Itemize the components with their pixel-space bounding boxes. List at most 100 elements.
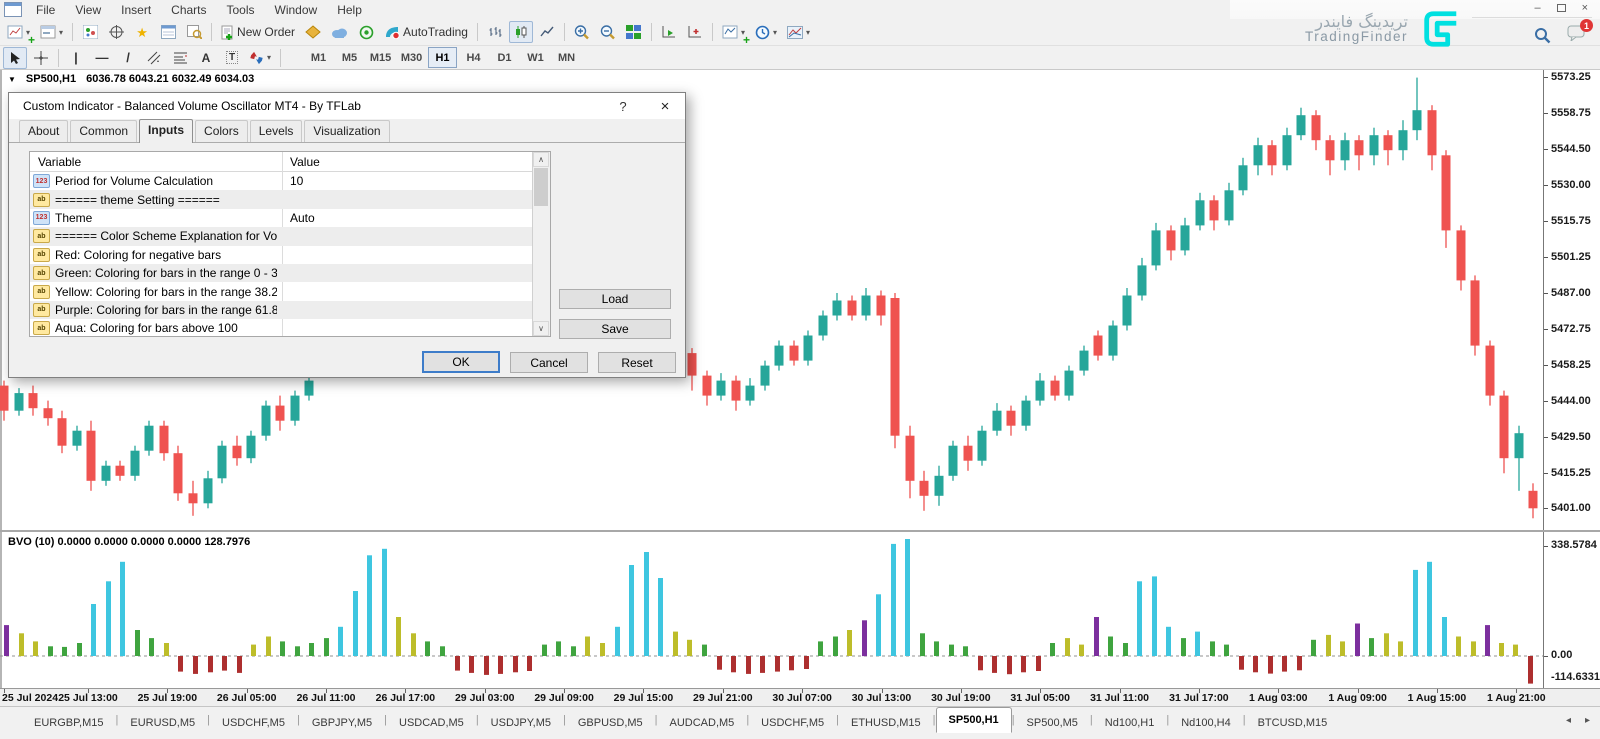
dialog-tab-levels[interactable]: Levels <box>250 120 303 142</box>
dialog-close-button[interactable]: × <box>651 93 679 119</box>
tabs-scroll-left-icon[interactable]: ◂ <box>1566 715 1571 726</box>
chart-tab-sp500-h1[interactable]: SP500,H1 <box>936 707 1012 733</box>
chart-tab-usdcad-m5[interactable]: USDCAD,M5 <box>387 713 476 733</box>
label-button[interactable]: T <box>220 47 244 69</box>
timeframe-d1[interactable]: D1 <box>490 47 519 68</box>
chart-tab-btcusd-m15[interactable]: BTCUSD,M15 <box>1246 713 1340 733</box>
timeframe-w1[interactable]: W1 <box>521 47 550 68</box>
autotrading-button[interactable]: AutoTrading <box>380 21 472 43</box>
menu-item-file[interactable]: File <box>26 1 65 19</box>
community-button[interactable] <box>354 21 378 43</box>
chart-tab-nd100-h4[interactable]: Nd100,H4 <box>1169 713 1243 733</box>
restore-button[interactable] <box>1557 4 1566 12</box>
metaeditor-button[interactable] <box>301 21 325 43</box>
reset-button[interactable]: Reset <box>598 352 676 373</box>
dialog-tab-about[interactable]: About <box>19 120 68 142</box>
crosshair-button[interactable] <box>29 47 53 69</box>
price-axis[interactable] <box>1543 70 1600 530</box>
fibonacci-button[interactable] <box>168 47 192 69</box>
horizontal-line-button[interactable]: — <box>90 47 114 69</box>
chart-tab-eurusd-m5[interactable]: EURUSD,M5 <box>118 713 207 733</box>
zoom-in-button[interactable] <box>570 21 594 43</box>
tile-windows-button[interactable] <box>622 21 646 43</box>
menu-item-insert[interactable]: Insert <box>111 1 161 19</box>
save-button[interactable]: Save <box>559 319 671 339</box>
chart-tab-usdchf-m5[interactable]: USDCHF,M5 <box>210 713 297 733</box>
chart-tab-usdjpy-m5[interactable]: USDJPY,M5 <box>479 713 563 733</box>
market-watch-button[interactable] <box>78 21 102 43</box>
time-axis[interactable] <box>0 688 1600 706</box>
menu-item-view[interactable]: View <box>65 1 111 19</box>
vertical-line-button[interactable]: | <box>64 47 88 69</box>
chart-tab-ethusd-m15[interactable]: ETHUSD,M15 <box>839 713 933 733</box>
chart-tab-gbpjpy-m5[interactable]: GBPJPY,M5 <box>300 713 384 733</box>
minimize-button[interactable]: – <box>1534 2 1540 14</box>
channel-button[interactable] <box>142 47 166 69</box>
cancel-button[interactable]: Cancel <box>510 352 588 373</box>
param-row[interactable]: 123ThemeAuto <box>30 209 550 227</box>
param-row[interactable]: ab====== theme Setting ====== <box>30 190 550 208</box>
new-chart-button[interactable]: + ▾ <box>3 21 34 43</box>
param-value[interactable]: 10 <box>290 174 303 188</box>
periods-button[interactable]: ▾ <box>751 21 781 43</box>
param-row[interactable]: abGreen: Coloring for bars in the range … <box>30 264 550 282</box>
indicators-button[interactable]: + ▾ <box>718 21 749 43</box>
menu-item-tools[interactable]: Tools <box>217 1 265 19</box>
chart-tab-sp500-m5[interactable]: SP500,M5 <box>1015 713 1090 733</box>
menu-item-charts[interactable]: Charts <box>161 1 216 19</box>
timeframe-h4[interactable]: H4 <box>459 47 488 68</box>
timeframe-mn[interactable]: MN <box>552 47 581 68</box>
new-order-button[interactable]: New Order <box>217 21 299 43</box>
ok-button[interactable]: OK <box>422 351 500 373</box>
line-chart-button[interactable] <box>535 21 559 43</box>
load-button[interactable]: Load <box>559 289 671 309</box>
arrows-button[interactable]: ▾ <box>246 47 275 69</box>
timeframe-m5[interactable]: M5 <box>335 47 364 68</box>
chart-tab-gbpusd-m5[interactable]: GBPUSD,M5 <box>566 713 655 733</box>
timeframe-m15[interactable]: M15 <box>366 47 395 68</box>
param-row[interactable]: ab====== Color Scheme Explanation for Vo… <box>30 227 550 245</box>
menu-item-window[interactable]: Window <box>265 1 328 19</box>
data-window-button[interactable] <box>104 21 128 43</box>
menu-item-help[interactable]: Help <box>327 1 372 19</box>
scroll-up-icon[interactable]: ∧ <box>533 152 549 167</box>
chat-button[interactable]: 1 <box>1567 25 1586 46</box>
candlestick-chart-button[interactable] <box>509 21 533 43</box>
search-icon[interactable] <box>1534 27 1551 44</box>
dialog-tab-colors[interactable]: Colors <box>195 120 248 142</box>
dialog-tab-visualization[interactable]: Visualization <box>304 120 389 142</box>
cloud-button[interactable] <box>327 21 352 43</box>
cursor-button[interactable] <box>3 47 27 69</box>
trendline-button[interactable]: / <box>116 47 140 69</box>
param-value[interactable]: Auto <box>290 211 315 225</box>
close-button[interactable]: × <box>1582 2 1588 14</box>
chart-tab-nd100-h1[interactable]: Nd100,H1 <box>1093 713 1167 733</box>
param-row[interactable]: abPurple: Coloring for bars in the range… <box>30 301 550 319</box>
dialog-tab-common[interactable]: Common <box>70 120 137 142</box>
templates-button[interactable]: ▾ <box>783 21 814 43</box>
chart-tab-eurgbp-m15[interactable]: EURGBP,M15 <box>22 713 116 733</box>
app-icon[interactable] <box>4 2 22 17</box>
profiles-button[interactable]: ▾ <box>36 21 67 43</box>
chart-shift-button[interactable] <box>683 21 707 43</box>
param-row[interactable]: abRed: Coloring for negative bars <box>30 246 550 264</box>
scroll-down-icon[interactable]: ∨ <box>533 321 549 336</box>
dialog-tab-inputs[interactable]: Inputs <box>139 119 193 143</box>
chart-tab-audcad-m5[interactable]: AUDCAD,M5 <box>658 713 747 733</box>
navigator-button[interactable]: ★ <box>130 21 154 43</box>
terminal-button[interactable] <box>156 21 180 43</box>
param-row[interactable]: 123Period for Volume Calculation10 <box>30 172 550 190</box>
zoom-out-button[interactable] <box>596 21 620 43</box>
strategy-tester-button[interactable] <box>182 21 206 43</box>
scrollbar-thumb[interactable] <box>534 168 548 206</box>
indicator-axis[interactable] <box>1543 532 1600 688</box>
chart-tab-usdchf-m5[interactable]: USDCHF,M5 <box>749 713 836 733</box>
tabs-scroll-right-icon[interactable]: ▸ <box>1585 715 1590 726</box>
timeframe-m30[interactable]: M30 <box>397 47 426 68</box>
dialog-help-button[interactable]: ? <box>609 93 637 119</box>
param-row[interactable]: abAqua: Coloring for bars above 100 <box>30 319 550 337</box>
auto-scroll-button[interactable] <box>657 21 681 43</box>
timeframe-m1[interactable]: M1 <box>304 47 333 68</box>
dialog-title-bar[interactable]: Custom Indicator - Balanced Volume Oscil… <box>9 93 685 119</box>
param-row[interactable]: abYellow: Coloring for bars in the range… <box>30 282 550 300</box>
